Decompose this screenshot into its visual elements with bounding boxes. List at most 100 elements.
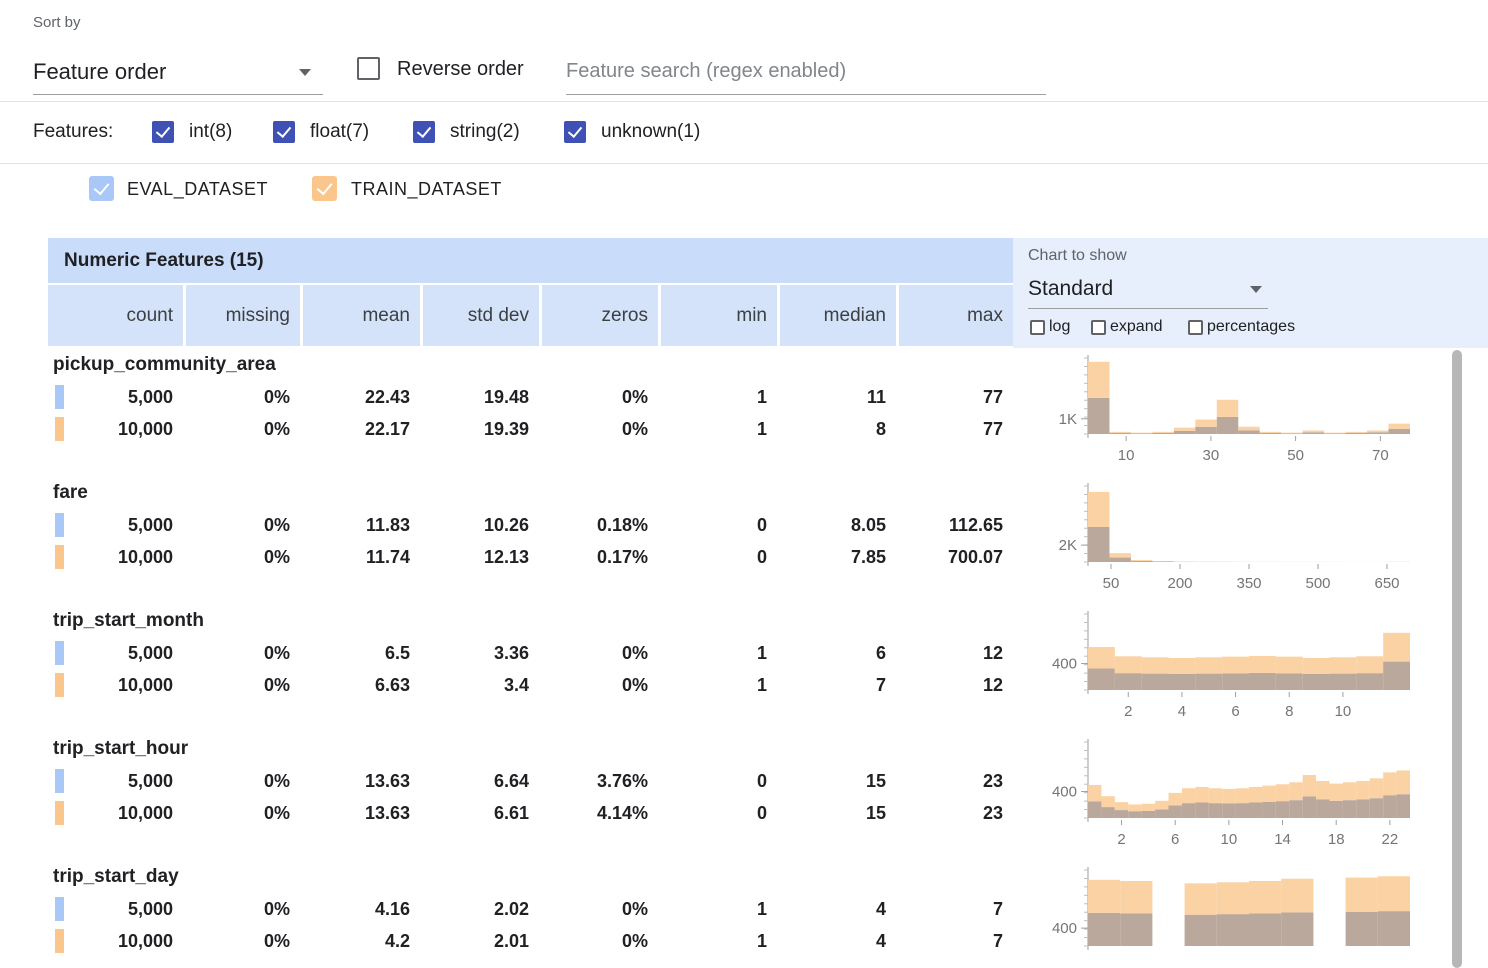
stat-value: 0% xyxy=(183,670,300,700)
stat-row-train: 10,0000%4.22.010%147 xyxy=(48,926,1013,956)
filter-int-checkbox[interactable] xyxy=(152,121,174,143)
column-header-median: median xyxy=(777,285,896,346)
expand-checkbox[interactable] xyxy=(1091,320,1106,335)
stat-value: 8.05 xyxy=(777,510,896,540)
feature-histogram[interactable]: 400246810 xyxy=(1030,604,1430,732)
chart-x-tick-label: 350 xyxy=(1236,575,1261,592)
stat-value: 7.85 xyxy=(777,542,896,572)
stat-value: 700.07 xyxy=(896,542,1013,572)
chart-x-tick-label: 50 xyxy=(1103,575,1120,592)
stat-value: 3.36 xyxy=(420,638,539,668)
stat-value: 19.48 xyxy=(420,382,539,412)
chart-y-tick-label: 400 xyxy=(1052,656,1077,673)
stat-value: 10,000 xyxy=(48,926,183,956)
stat-row-eval: 5,0000%4.162.020%147 xyxy=(48,894,1013,924)
feature-histogram[interactable]: 2K50200350500650 xyxy=(1030,476,1430,604)
stat-value: 5,000 xyxy=(48,382,183,412)
stat-value: 5,000 xyxy=(48,766,183,796)
stat-value: 1 xyxy=(658,382,777,412)
percentages-label: percentages xyxy=(1207,318,1295,336)
stat-value: 15 xyxy=(777,766,896,796)
stat-value: 12 xyxy=(896,670,1013,700)
check-icon xyxy=(317,179,333,196)
dataset-color-swatch xyxy=(55,897,64,921)
filter-string-checkbox[interactable] xyxy=(413,121,435,143)
stat-value: 7 xyxy=(777,670,896,700)
stat-value: 0% xyxy=(183,638,300,668)
stat-value: 6.63 xyxy=(300,670,420,700)
eval-dataset-checkbox[interactable] xyxy=(89,176,114,201)
vertical-scrollbar[interactable] xyxy=(1452,350,1462,968)
stat-value: 0 xyxy=(658,798,777,828)
feature-histogram[interactable]: 400 xyxy=(1030,860,1430,968)
expand-toggle: expand xyxy=(1091,318,1163,336)
stat-row-eval: 5,0000%22.4319.480%11177 xyxy=(48,382,1013,412)
divider xyxy=(0,101,1488,102)
chart-type-select[interactable]: Standard xyxy=(1028,270,1268,309)
chart-x-tick-label: 14 xyxy=(1274,831,1291,848)
stat-value: 0% xyxy=(183,382,300,412)
chart-y-tick-label: 2K xyxy=(1059,537,1077,554)
chart-type-value: Standard xyxy=(1028,277,1113,300)
dataset-color-swatch xyxy=(55,641,64,665)
stat-value: 5,000 xyxy=(48,510,183,540)
train-dataset-checkbox[interactable] xyxy=(312,176,337,201)
chart-x-tick-label: 10 xyxy=(1335,703,1352,720)
stat-row-train: 10,0000%11.7412.130.17%07.85700.07 xyxy=(48,542,1013,572)
dataset-color-swatch xyxy=(55,673,64,697)
stat-value: 0% xyxy=(539,638,658,668)
filter-int-label: int(8) xyxy=(189,121,232,143)
stat-value: 10,000 xyxy=(48,670,183,700)
chart-y-tick-label: 400 xyxy=(1052,784,1077,801)
log-checkbox[interactable] xyxy=(1030,320,1045,335)
feature-block: trip_start_day5,0000%4.162.020%14710,000… xyxy=(0,860,1488,968)
sort-by-select[interactable]: Feature order xyxy=(33,50,323,95)
chart-x-tick-label: 500 xyxy=(1305,575,1330,592)
column-header-stddev: std dev xyxy=(420,285,539,346)
stat-value: 3.76% xyxy=(539,766,658,796)
stat-row-eval: 5,0000%13.636.643.76%01523 xyxy=(48,766,1013,796)
chart-x-tick-label: 22 xyxy=(1382,831,1399,848)
filter-float-checkbox[interactable] xyxy=(273,121,295,143)
stat-value: 7 xyxy=(896,894,1013,924)
feature-histogram[interactable]: 4002610141822 xyxy=(1030,732,1430,860)
stat-value: 0 xyxy=(658,510,777,540)
column-header-missing: missing xyxy=(183,285,300,346)
reverse-order-checkbox[interactable] xyxy=(357,57,380,80)
train-dataset-label: TRAIN_DATASET xyxy=(351,179,502,200)
check-icon xyxy=(568,123,582,138)
stat-value: 0.18% xyxy=(539,510,658,540)
stat-value: 0% xyxy=(183,894,300,924)
divider xyxy=(0,163,1488,164)
stat-value: 12 xyxy=(896,638,1013,668)
stat-value: 2.02 xyxy=(420,894,539,924)
stats-column-headers: count missing mean std dev zeros min med… xyxy=(48,285,1013,346)
percentages-toggle: percentages xyxy=(1188,318,1295,336)
filter-string-label: string(2) xyxy=(450,121,520,143)
filter-float-label: float(7) xyxy=(310,121,369,143)
stat-value: 10,000 xyxy=(48,542,183,572)
column-header-min: min xyxy=(658,285,777,346)
percentages-checkbox[interactable] xyxy=(1188,320,1203,335)
stat-value: 0% xyxy=(183,798,300,828)
stat-value: 0% xyxy=(539,894,658,924)
column-header-max: max xyxy=(896,285,1013,346)
stat-value: 6.61 xyxy=(420,798,539,828)
chart-to-show-label: Chart to show xyxy=(1028,247,1127,265)
feature-block: pickup_community_area5,0000%22.4319.480%… xyxy=(0,348,1488,476)
stat-value: 5,000 xyxy=(48,894,183,924)
stat-value: 10,000 xyxy=(48,414,183,444)
stat-value: 12.13 xyxy=(420,542,539,572)
stat-value: 23 xyxy=(896,766,1013,796)
stat-value: 4 xyxy=(777,894,896,924)
stat-value: 1 xyxy=(658,926,777,956)
chart-x-tick-label: 10 xyxy=(1118,447,1135,464)
filter-unknown-label: unknown(1) xyxy=(601,121,700,143)
feature-histogram[interactable]: 1K10305070 xyxy=(1030,348,1430,476)
stat-value: 6.64 xyxy=(420,766,539,796)
feature-search-input[interactable] xyxy=(566,48,1046,95)
stat-value: 112.65 xyxy=(896,510,1013,540)
stat-value: 8 xyxy=(777,414,896,444)
stat-value: 0% xyxy=(183,926,300,956)
filter-unknown-checkbox[interactable] xyxy=(564,121,586,143)
